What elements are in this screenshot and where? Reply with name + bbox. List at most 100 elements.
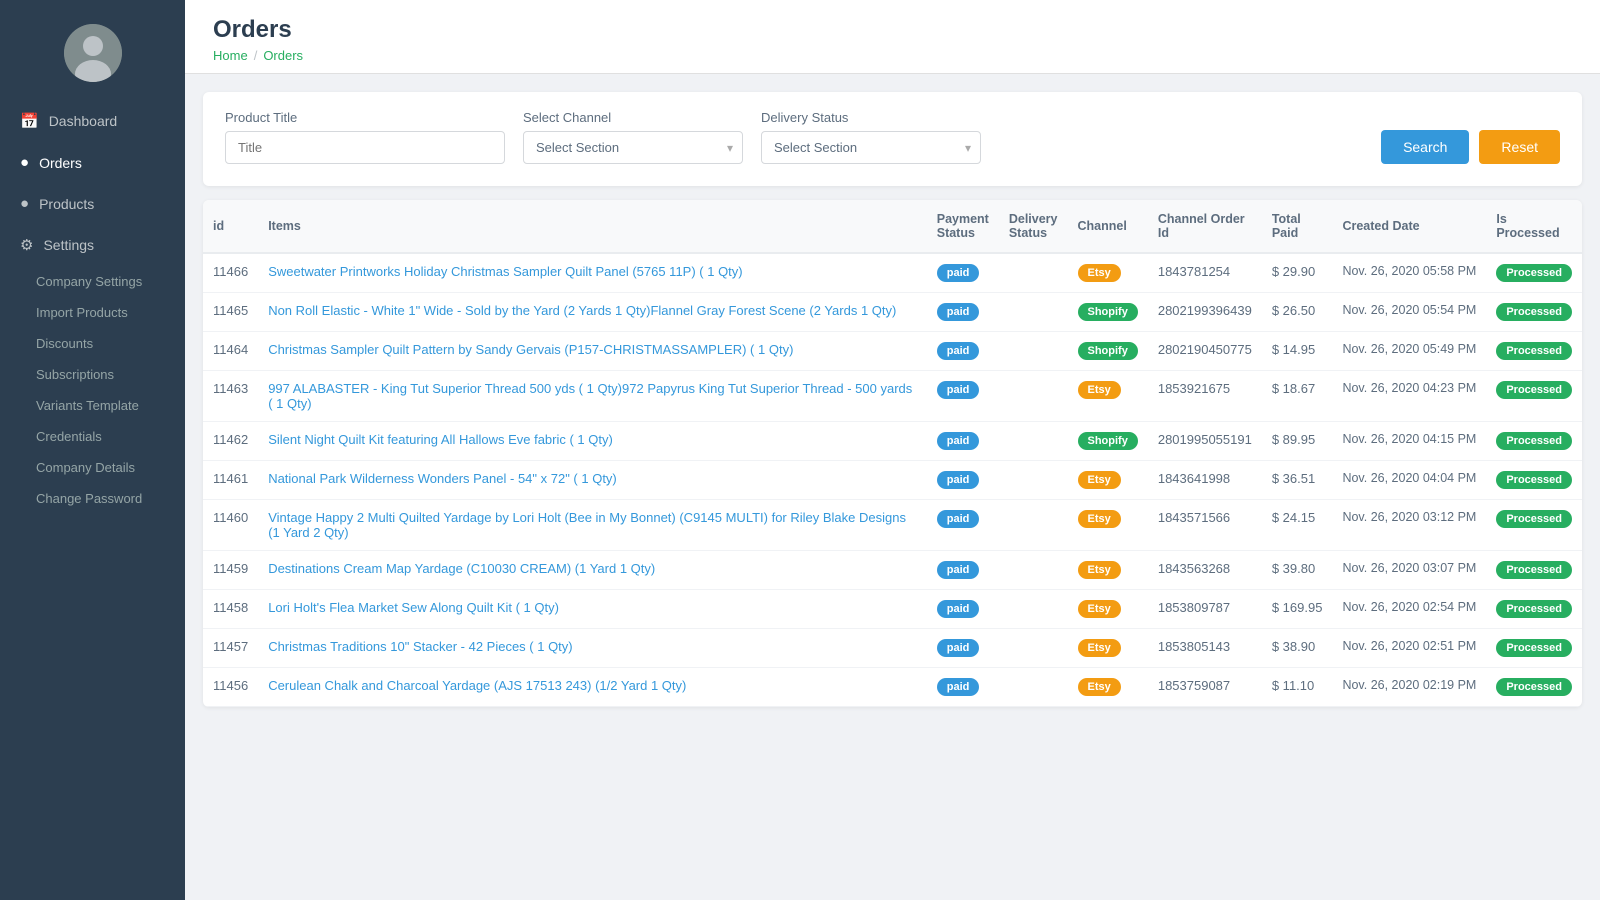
cell-payment-status: paid (927, 422, 999, 461)
orders-table-area: id Items PaymentStatus DeliveryStatus Ch… (203, 200, 1582, 707)
item-link[interactable]: Lori Holt's Flea Market Sew Along Quilt … (268, 600, 559, 615)
cell-items[interactable]: Lori Holt's Flea Market Sew Along Quilt … (258, 590, 927, 629)
cell-channel-order-id: 1843641998 (1148, 461, 1262, 500)
cell-payment-status: paid (927, 461, 999, 500)
cell-total-paid: $ 18.67 (1262, 371, 1333, 422)
table-row: 11458 Lori Holt's Flea Market Sew Along Q… (203, 590, 1582, 629)
cell-payment-status: paid (927, 500, 999, 551)
cell-total-paid: $ 38.90 (1262, 629, 1333, 668)
select-channel-wrapper: Select Section (523, 131, 743, 164)
cell-total-paid: $ 36.51 (1262, 461, 1333, 500)
cell-payment-status: paid (927, 293, 999, 332)
product-title-input[interactable] (225, 131, 505, 164)
processed-badge: Processed (1496, 678, 1572, 696)
cell-is-processed: Processed (1486, 500, 1582, 551)
cell-items[interactable]: National Park Wilderness Wonders Panel -… (258, 461, 927, 500)
cell-items[interactable]: Cerulean Chalk and Charcoal Yardage (AJS… (258, 668, 927, 707)
sidebar-item-discounts[interactable]: Discounts (0, 328, 185, 359)
item-link[interactable]: Vintage Happy 2 Multi Quilted Yardage by… (268, 510, 906, 540)
item-link[interactable]: Christmas Sampler Quilt Pattern by Sandy… (268, 342, 793, 357)
search-button[interactable]: Search (1381, 130, 1469, 164)
item-link[interactable]: Christmas Traditions 10" Stacker - 42 Pi… (268, 639, 572, 654)
sidebar-item-company-settings[interactable]: Company Settings (0, 266, 185, 297)
cell-items[interactable]: Sweetwater Printworks Holiday Christmas … (258, 253, 927, 293)
payment-status-badge: paid (937, 264, 980, 282)
cell-id: 11458 (203, 590, 258, 629)
cell-items[interactable]: Vintage Happy 2 Multi Quilted Yardage by… (258, 500, 927, 551)
cell-created-date: Nov. 26, 2020 04:04 PM (1332, 461, 1486, 500)
cell-items[interactable]: Non Roll Elastic - White 1" Wide - Sold … (258, 293, 927, 332)
cell-created-date: Nov. 26, 2020 05:49 PM (1332, 332, 1486, 371)
cell-payment-status: paid (927, 371, 999, 422)
table-row: 11463997 ALABASTER - King Tut Superior T… (203, 371, 1582, 422)
sidebar-item-credentials-label: Credentials (36, 429, 102, 444)
cell-is-processed: Processed (1486, 629, 1582, 668)
sidebar-item-dashboard[interactable]: 📅 Dashboard (0, 100, 185, 142)
cell-is-processed: Processed (1486, 461, 1582, 500)
cell-items[interactable]: Christmas Traditions 10" Stacker - 42 Pi… (258, 629, 927, 668)
cell-delivery-status (999, 668, 1068, 707)
cell-delivery-status (999, 500, 1068, 551)
sidebar-item-settings[interactable]: ⚙ Settings (0, 224, 185, 266)
item-link[interactable]: Non Roll Elastic - White 1" Wide - Sold … (268, 303, 650, 318)
cell-total-paid: $ 39.80 (1262, 551, 1333, 590)
sidebar-item-subscriptions[interactable]: Subscriptions (0, 359, 185, 390)
payment-status-badge: paid (937, 600, 980, 618)
reset-button[interactable]: Reset (1479, 130, 1560, 164)
cell-delivery-status (999, 590, 1068, 629)
select-channel-dropdown[interactable]: Select Section (523, 131, 743, 164)
item-link[interactable]: Silent Night Quilt Kit featuring All Hal… (268, 432, 613, 447)
sidebar-item-company-details[interactable]: Company Details (0, 452, 185, 483)
breadcrumb-home[interactable]: Home (213, 48, 248, 63)
sidebar-item-orders[interactable]: ● Orders (0, 142, 185, 183)
cell-delivery-status (999, 551, 1068, 590)
cell-channel-order-id: 1853809787 (1148, 590, 1262, 629)
cell-id: 11456 (203, 668, 258, 707)
processed-badge: Processed (1496, 561, 1572, 579)
cell-id: 11465 (203, 293, 258, 332)
cell-channel: Shopify (1068, 422, 1148, 461)
cell-is-processed: Processed (1486, 551, 1582, 590)
item-link[interactable]: Flannel Gray Forest Scene (2 Yards 1 Qty… (650, 303, 896, 318)
cell-items[interactable]: 997 ALABASTER - King Tut Superior Thread… (258, 371, 927, 422)
table-row: 11456 Cerulean Chalk and Charcoal Yardage… (203, 668, 1582, 707)
sidebar-item-import-products[interactable]: Import Products (0, 297, 185, 328)
sidebar-item-credentials[interactable]: Credentials (0, 421, 185, 452)
processed-badge: Processed (1496, 600, 1572, 618)
cell-created-date: Nov. 26, 2020 05:58 PM (1332, 253, 1486, 293)
cell-payment-status: paid (927, 253, 999, 293)
sidebar-item-variants-template[interactable]: Variants Template (0, 390, 185, 421)
item-link[interactable]: 997 ALABASTER - King Tut Superior Thread… (268, 381, 622, 396)
cell-items[interactable]: Destinations Cream Map Yardage (C10030 C… (258, 551, 927, 590)
payment-status-badge: paid (937, 342, 980, 360)
sidebar-item-change-password[interactable]: Change Password (0, 483, 185, 514)
table-row: 11460Vintage Happy 2 Multi Quilted Yarda… (203, 500, 1582, 551)
sidebar-item-products-label: Products (39, 196, 94, 212)
cell-is-processed: Processed (1486, 590, 1582, 629)
item-link[interactable]: Cerulean Chalk and Charcoal Yardage (AJS… (268, 678, 686, 693)
cell-total-paid: $ 14.95 (1262, 332, 1333, 371)
item-link[interactable]: Destinations Cream Map Yardage (C10030 C… (268, 561, 655, 576)
sidebar-item-import-products-label: Import Products (36, 305, 128, 320)
cell-channel: Etsy (1068, 668, 1148, 707)
processed-badge: Processed (1496, 303, 1572, 321)
cell-created-date: Nov. 26, 2020 02:51 PM (1332, 629, 1486, 668)
cell-payment-status: paid (927, 332, 999, 371)
cell-channel: Shopify (1068, 293, 1148, 332)
delivery-status-dropdown[interactable]: Select Section (761, 131, 981, 164)
cell-id: 11464 (203, 332, 258, 371)
cell-items[interactable]: Christmas Sampler Quilt Pattern by Sandy… (258, 332, 927, 371)
cell-delivery-status (999, 629, 1068, 668)
payment-status-badge: paid (937, 381, 980, 399)
circle-icon: ● (20, 154, 29, 171)
cell-delivery-status (999, 371, 1068, 422)
table-row: 11457Christmas Traditions 10" Stacker - … (203, 629, 1582, 668)
item-link[interactable]: Sweetwater Printworks Holiday Christmas … (268, 264, 742, 279)
cell-channel-order-id: 1853805143 (1148, 629, 1262, 668)
sidebar-item-products[interactable]: ● Products (0, 183, 185, 224)
cell-items[interactable]: Silent Night Quilt Kit featuring All Hal… (258, 422, 927, 461)
item-link[interactable]: National Park Wilderness Wonders Panel -… (268, 471, 617, 486)
cell-channel: Etsy (1068, 629, 1148, 668)
cell-is-processed: Processed (1486, 253, 1582, 293)
col-id: id (203, 200, 258, 253)
